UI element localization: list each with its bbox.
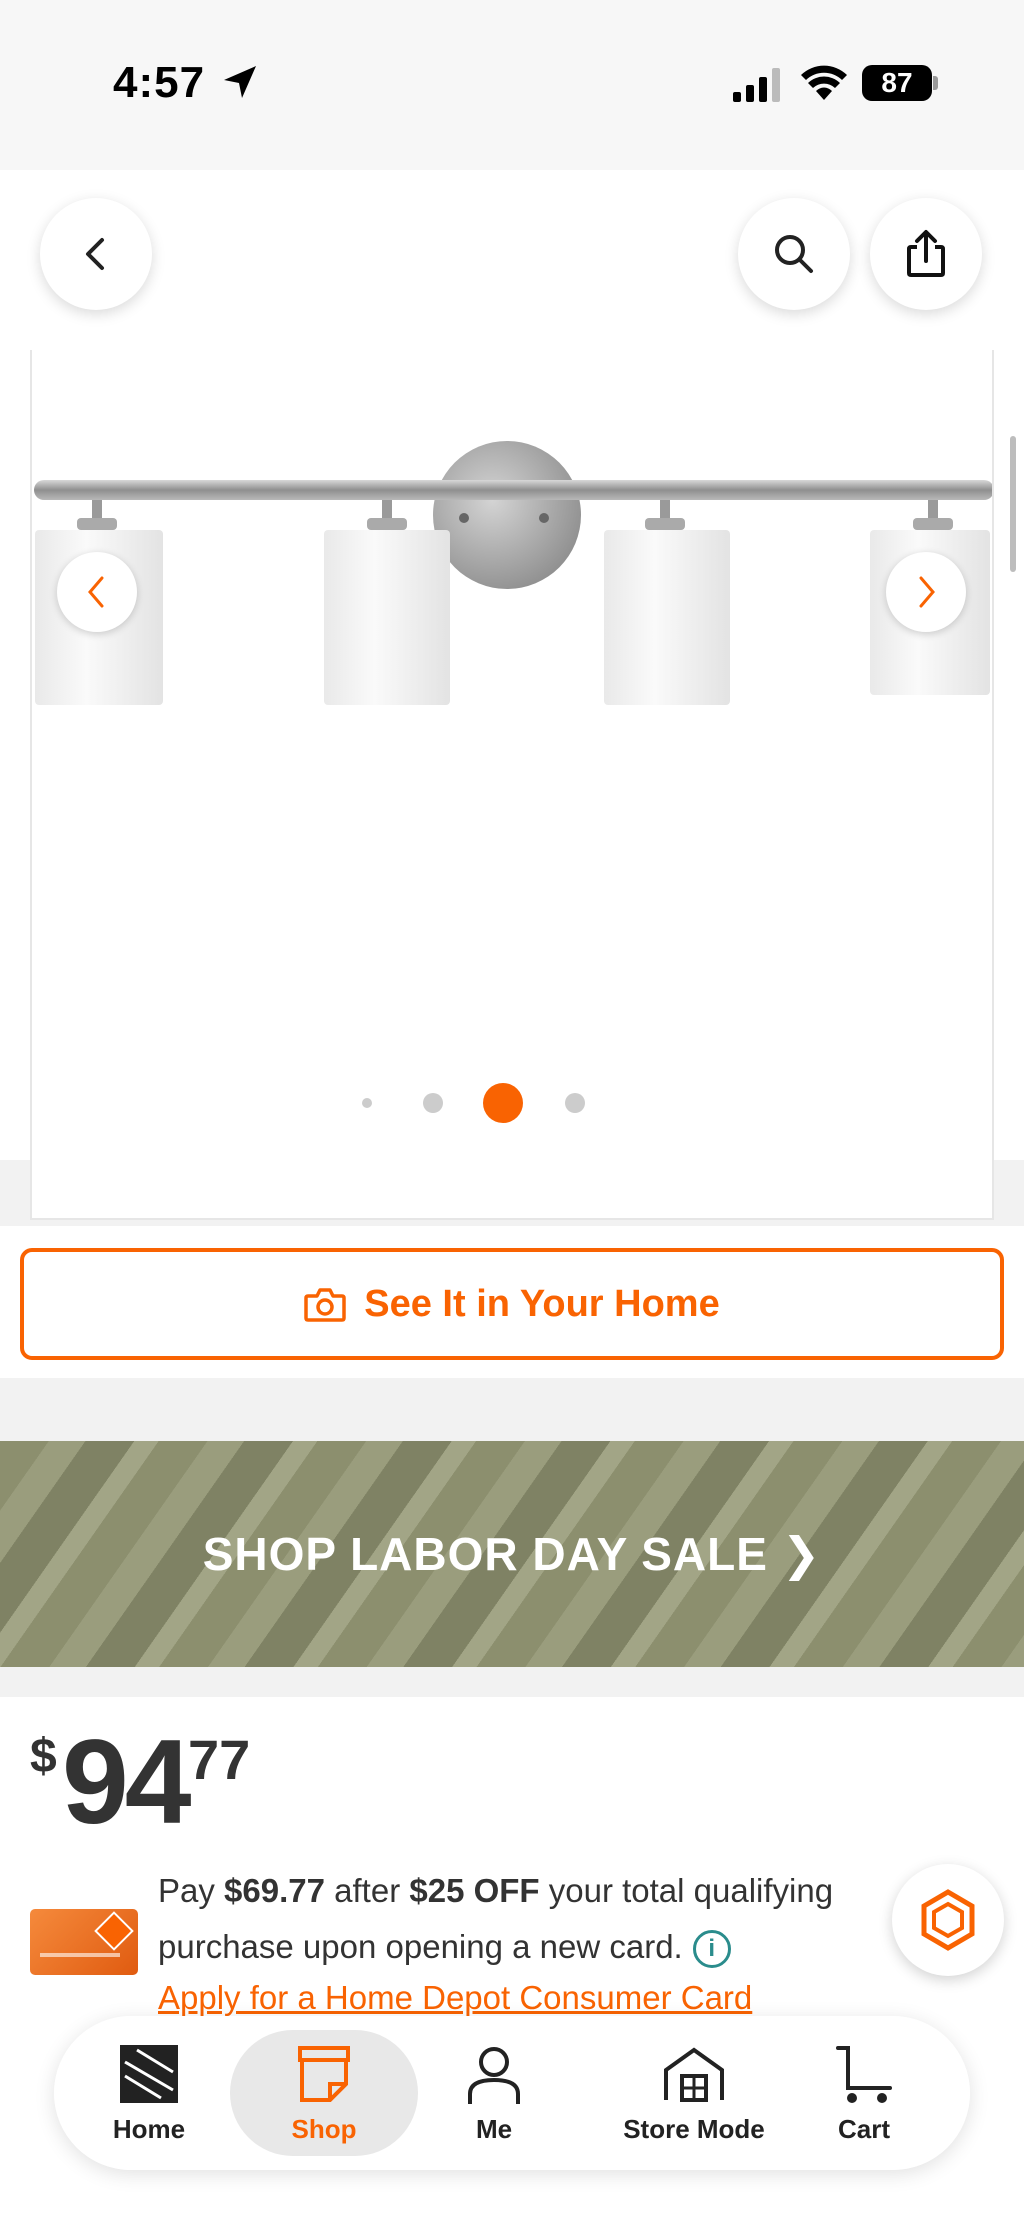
nav-store-label: Store Mode	[623, 2113, 765, 2144]
nav-shop-label: Shop	[291, 2113, 357, 2144]
price-dollars: 94	[62, 1715, 191, 1849]
pagination-dot-active[interactable]	[483, 1083, 523, 1123]
wifi-icon	[801, 65, 847, 100]
battery-tip	[933, 76, 938, 90]
battery-indicator: 87	[862, 65, 938, 101]
nav-me-label: Me	[475, 2113, 513, 2144]
status-bar: 4:57 87	[0, 0, 1024, 170]
pagination-dot[interactable]	[565, 1093, 585, 1113]
store-icon	[664, 2047, 724, 2102]
promo-text: after	[324, 1872, 410, 1909]
promo-amount: $69.77	[224, 1872, 325, 1909]
share-button[interactable]	[870, 198, 982, 310]
search-button[interactable]	[738, 198, 850, 310]
pagination-dot[interactable]	[362, 1098, 372, 1108]
see-it-label: See It in Your Home	[364, 1282, 720, 1325]
home-depot-logo-icon	[94, 1911, 134, 1951]
promo-text: Pay	[158, 1872, 225, 1909]
nav-shop[interactable]: Shop	[230, 2016, 418, 2170]
chevron-left-icon	[86, 238, 104, 270]
nav-home-label: Home	[112, 2113, 186, 2144]
credit-card-image	[30, 1909, 138, 1975]
location-arrow-icon	[224, 66, 256, 98]
card-number-line	[40, 1953, 120, 1957]
image-pagination-dots	[0, 1082, 1024, 1123]
price-currency: $	[30, 1730, 57, 1783]
info-icon[interactable]: i	[692, 1930, 731, 1969]
vanity-light-image	[34, 441, 992, 705]
nav-store-mode[interactable]: Store Mode	[594, 2016, 794, 2170]
chevron-right-icon	[919, 576, 935, 608]
credit-card-promo: Pay $69.77 after $25 OFF your total qual…	[158, 1863, 918, 1975]
person-icon	[468, 2046, 520, 2104]
product-page: 4:57 87 See It in Your Home SHOP LABOR D…	[0, 0, 1024, 2226]
cart-icon	[836, 2045, 892, 2103]
assistant-button[interactable]	[892, 1864, 1004, 1976]
nav-home[interactable]: Home	[94, 2016, 204, 2170]
shop-icon	[298, 2045, 350, 2102]
battery-level: 87	[862, 65, 932, 101]
back-button[interactable]	[40, 198, 152, 310]
chevron-left-icon	[88, 576, 104, 608]
promo-discount: $25 OFF	[409, 1872, 540, 1909]
next-image-button[interactable]	[886, 552, 966, 632]
status-time: 4:57	[113, 58, 206, 107]
nav-cart[interactable]: Cart	[814, 2016, 914, 2170]
pagination-dot[interactable]	[423, 1093, 443, 1113]
nav-me[interactable]: Me	[452, 2016, 536, 2170]
search-icon	[775, 235, 813, 273]
share-icon	[907, 230, 945, 277]
price-cents: 77	[188, 1728, 251, 1791]
banner-text: SHOP LABOR DAY SALE ❯	[202, 1528, 822, 1580]
see-it-in-your-home-button[interactable]: See It in Your Home	[20, 1248, 1004, 1360]
previous-image-button[interactable]	[57, 552, 137, 632]
home-depot-logo-icon	[120, 2044, 178, 2103]
camera-icon	[304, 1288, 347, 1322]
cellular-signal-icon	[733, 68, 780, 102]
see-it-section: See It in Your Home	[0, 1226, 1024, 1378]
scroll-indicator[interactable]	[1010, 436, 1016, 572]
nav-cart-label: Cart	[837, 2113, 890, 2144]
apply-card-link[interactable]: Apply for a Home Depot Consumer Card	[158, 1979, 752, 2017]
labor-day-sale-banner[interactable]: SHOP LABOR DAY SALE ❯	[0, 1441, 1024, 1667]
bottom-navigation: Home Shop Me Store Mode Cart	[54, 2016, 970, 2170]
hexagon-assistant-icon	[921, 1889, 975, 1951]
